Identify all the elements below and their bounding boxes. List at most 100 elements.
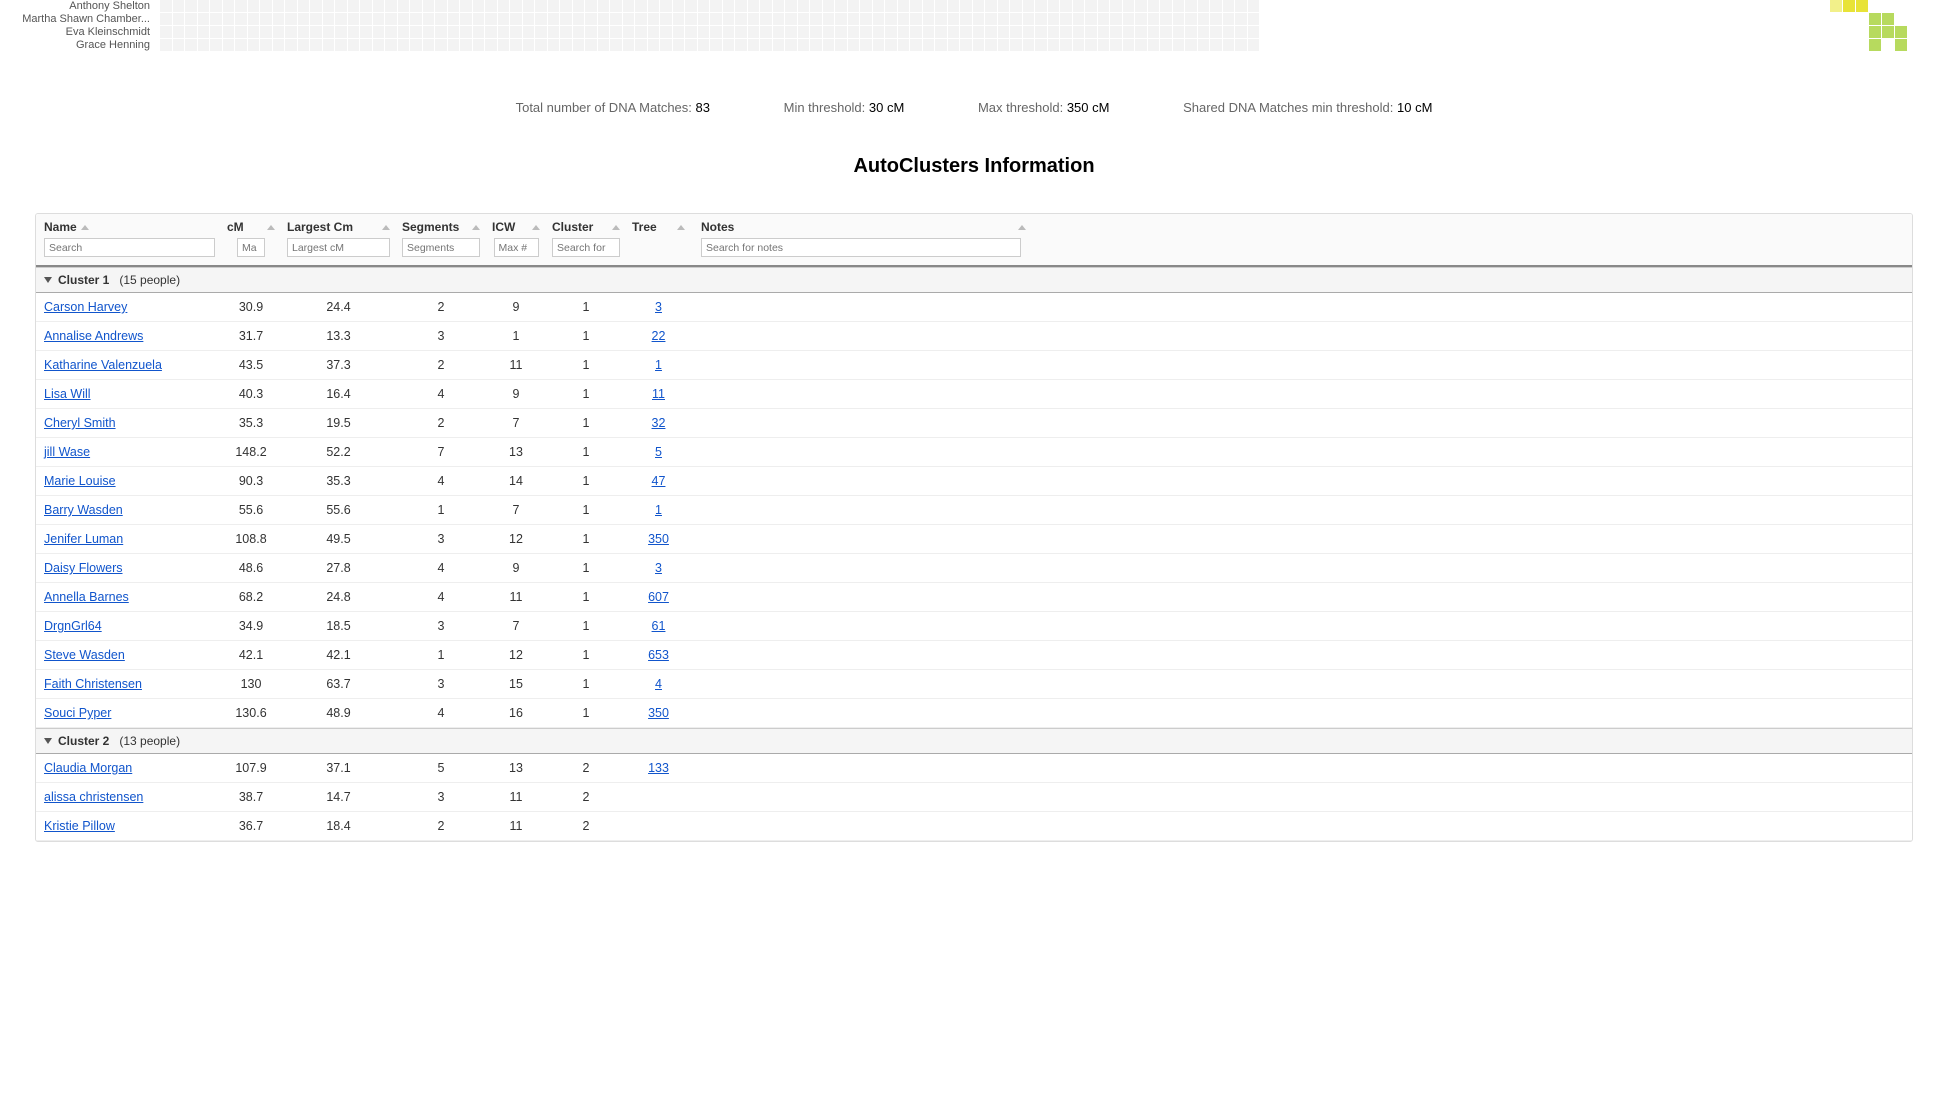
table-row: Steve Wasden42.142.11121653 [36, 641, 1912, 670]
tree-link[interactable]: 22 [652, 329, 666, 343]
match-name-link[interactable]: alissa christensen [36, 790, 221, 804]
cell-cluster: 1 [546, 416, 626, 430]
tree-link[interactable]: 3 [655, 300, 662, 314]
search-cm-input[interactable] [237, 238, 265, 257]
tree-link[interactable]: 1 [655, 358, 662, 372]
cell-segments: 3 [396, 677, 486, 691]
tree-link[interactable]: 653 [648, 648, 669, 662]
cell-cluster: 1 [546, 474, 626, 488]
cell-largest-cm: 42.1 [281, 648, 396, 662]
header-icw[interactable]: ICW [492, 220, 540, 234]
cluster-group-header[interactable]: Cluster 1(15 people) [36, 267, 1912, 293]
tree-link[interactable]: 133 [648, 761, 669, 775]
match-name-link[interactable]: Faith Christensen [36, 677, 221, 691]
matrix-cell-colored [1830, 0, 1842, 12]
cell-cm: 148.2 [221, 445, 281, 459]
tree-link[interactable]: 607 [648, 590, 669, 604]
search-icw-input[interactable] [494, 238, 539, 257]
matrix-cell-colored [1869, 26, 1881, 38]
header-name[interactable]: Name [44, 220, 215, 234]
cell-largest-cm: 52.2 [281, 445, 396, 459]
tree-link[interactable]: 3 [655, 561, 662, 575]
search-notes-input[interactable] [701, 238, 1021, 257]
matrix-cell-colored [1895, 39, 1907, 51]
cell-largest-cm: 35.3 [281, 474, 396, 488]
table-row: Annalise Andrews31.713.331122 [36, 322, 1912, 351]
cell-icw: 15 [486, 677, 546, 691]
search-lcm-input[interactable] [287, 238, 390, 257]
match-name-link[interactable]: Annella Barnes [36, 590, 221, 604]
tree-link[interactable]: 350 [648, 706, 669, 720]
cell-cm: 40.3 [221, 387, 281, 401]
match-name-link[interactable]: Barry Wasden [36, 503, 221, 517]
tree-link[interactable]: 1 [655, 503, 662, 517]
cell-icw: 12 [486, 648, 546, 662]
match-name-link[interactable]: Jenifer Luman [36, 532, 221, 546]
cell-cm: 35.3 [221, 416, 281, 430]
cell-tree: 607 [626, 590, 691, 604]
cell-tree: 1 [626, 358, 691, 372]
cluster-matrix-fragment: Anthony SheltonMartha Shawn Chamber...Ev… [0, 0, 1948, 70]
tree-link[interactable]: 5 [655, 445, 662, 459]
sort-arrow-icon [532, 225, 540, 230]
match-name-link[interactable]: Annalise Andrews [36, 329, 221, 343]
cell-cluster: 1 [546, 619, 626, 633]
header-tree[interactable]: Tree [632, 220, 685, 234]
header-largest-cm[interactable]: Largest Cm [287, 220, 390, 234]
cell-tree: 22 [626, 329, 691, 343]
header-cluster[interactable]: Cluster [552, 220, 620, 234]
matrix-row-label: Martha Shawn Chamber... [0, 13, 150, 26]
search-cluster-input[interactable] [552, 238, 620, 257]
cell-cluster: 1 [546, 532, 626, 546]
cell-tree: 47 [626, 474, 691, 488]
table-row: Daisy Flowers48.627.84913 [36, 554, 1912, 583]
cell-largest-cm: 27.8 [281, 561, 396, 575]
cell-segments: 3 [396, 329, 486, 343]
table-row: DrgnGrl6434.918.537161 [36, 612, 1912, 641]
cell-segments: 2 [396, 819, 486, 833]
cell-cluster: 1 [546, 445, 626, 459]
tree-link[interactable]: 32 [652, 416, 666, 430]
cell-segments: 1 [396, 648, 486, 662]
tree-link[interactable]: 47 [652, 474, 666, 488]
tree-link[interactable]: 350 [648, 532, 669, 546]
search-name-input[interactable] [44, 238, 215, 257]
match-name-link[interactable]: Souci Pyper [36, 706, 221, 720]
matrix-row-label: Grace Henning [0, 39, 150, 52]
cell-icw: 9 [486, 561, 546, 575]
cell-largest-cm: 14.7 [281, 790, 396, 804]
match-name-link[interactable]: Carson Harvey [36, 300, 221, 314]
match-name-link[interactable]: Lisa Will [36, 387, 221, 401]
match-name-link[interactable]: DrgnGrl64 [36, 619, 221, 633]
match-name-link[interactable]: Daisy Flowers [36, 561, 221, 575]
match-name-link[interactable]: jill Wase [36, 445, 221, 459]
match-name-link[interactable]: Cheryl Smith [36, 416, 221, 430]
chevron-down-icon [44, 738, 52, 744]
cell-cm: 43.5 [221, 358, 281, 372]
cell-cm: 48.6 [221, 561, 281, 575]
tree-link[interactable]: 11 [652, 387, 665, 401]
cell-icw: 13 [486, 761, 546, 775]
sort-arrow-icon [1018, 225, 1026, 230]
cell-cm: 30.9 [221, 300, 281, 314]
section-title: AutoClusters Information [0, 155, 1948, 178]
match-name-link[interactable]: Claudia Morgan [36, 761, 221, 775]
cell-tree: 61 [626, 619, 691, 633]
cluster-group-header[interactable]: Cluster 2(13 people) [36, 728, 1912, 754]
match-name-link[interactable]: Kristie Pillow [36, 819, 221, 833]
search-seg-input[interactable] [402, 238, 480, 257]
header-notes[interactable]: Notes [701, 220, 1906, 234]
cell-cluster: 1 [546, 561, 626, 575]
tree-link[interactable]: 61 [652, 619, 666, 633]
match-name-link[interactable]: Marie Louise [36, 474, 221, 488]
header-segments[interactable]: Segments [402, 220, 480, 234]
table-row: Cheryl Smith35.319.527132 [36, 409, 1912, 438]
tree-link[interactable]: 4 [655, 677, 662, 691]
cell-icw: 16 [486, 706, 546, 720]
cell-tree: 3 [626, 300, 691, 314]
cell-cluster: 1 [546, 648, 626, 662]
cell-segments: 3 [396, 532, 486, 546]
header-cm[interactable]: cM [227, 220, 275, 234]
match-name-link[interactable]: Steve Wasden [36, 648, 221, 662]
match-name-link[interactable]: Katharine Valenzuela [36, 358, 221, 372]
